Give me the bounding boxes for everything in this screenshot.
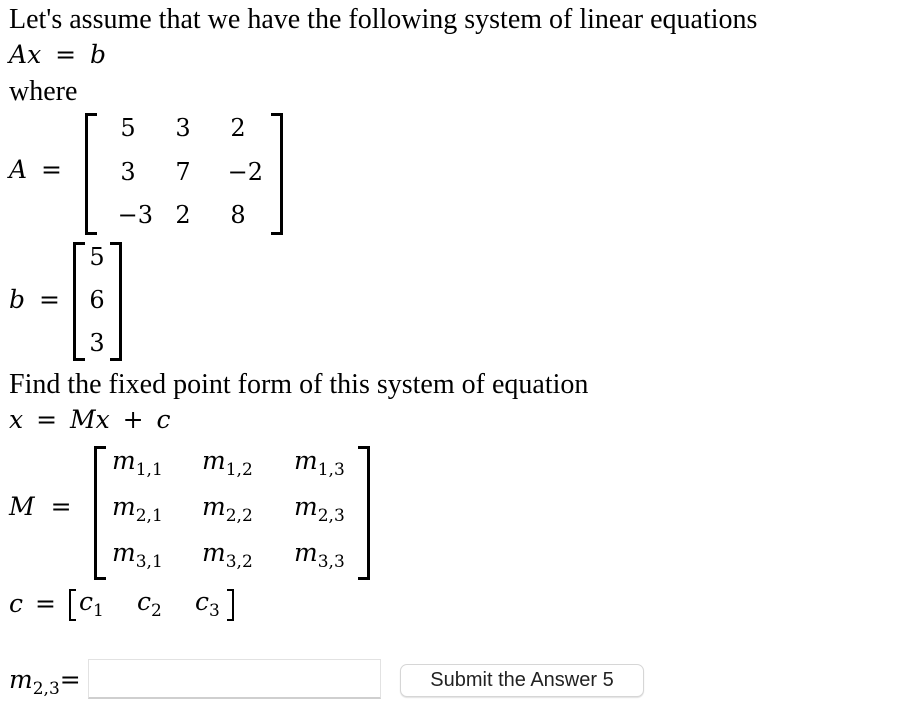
matrix-m-symbol: M xyxy=(9,492,35,521)
matrix-m-entry-subscript: 3,3 xyxy=(317,552,345,572)
answer-label: m2,3= xyxy=(9,665,81,699)
matrix-symbol-a: A xyxy=(9,40,28,69)
matrix-m-cell: m3,1 xyxy=(112,538,163,572)
matrix-m-entry-subscript: 3,2 xyxy=(225,552,253,572)
equals-sign: = xyxy=(50,492,72,521)
answer-symbol: m xyxy=(9,665,33,694)
matrix-m-entry-symbol: m xyxy=(202,538,226,567)
answer-input[interactable] xyxy=(88,659,381,699)
equals-sign: = xyxy=(36,405,58,434)
answer-subscript: 2,3 xyxy=(32,679,60,699)
matrix-m-entry-subscript: 2,1 xyxy=(135,506,163,526)
var-x: x xyxy=(95,405,110,434)
intro-text: Let's assume that we have the following … xyxy=(9,4,758,35)
right-bracket xyxy=(271,113,283,235)
left-bracket xyxy=(94,446,106,580)
vector-symbol-c: c xyxy=(156,405,171,434)
vector-c-cell: c1 xyxy=(79,587,104,621)
matrix-m-entry-symbol: m xyxy=(294,492,318,521)
matrix-a-cell: −2 xyxy=(227,158,263,186)
matrix-m-cell: m2,1 xyxy=(112,492,163,526)
vector-c-entry-subscript: 1 xyxy=(93,601,104,621)
equals-sign: = xyxy=(34,589,56,618)
left-bracket xyxy=(69,589,76,621)
matrix-m-entry-symbol: m xyxy=(294,538,318,567)
right-bracket xyxy=(358,446,370,580)
system-equation: Ax = b xyxy=(9,40,106,69)
vector-c-entry-symbol: c xyxy=(137,587,152,616)
plus-sign: + xyxy=(122,405,144,434)
vector-b-cell: 3 xyxy=(89,329,105,357)
matrix-m-entry-subscript: 1,2 xyxy=(225,460,253,480)
matrix-m-entry-subscript: 1,3 xyxy=(317,460,345,480)
matrix-m-cell: m1,2 xyxy=(202,446,253,480)
matrix-a-cell: 8 xyxy=(230,201,246,229)
matrix-a-cell: 3 xyxy=(120,158,136,186)
matrix-m-entry-symbol: m xyxy=(202,492,226,521)
matrix-m-entry-subscript: 3,1 xyxy=(135,552,163,572)
vector-c-symbol: c xyxy=(9,589,24,618)
vector-b-cell: 6 xyxy=(89,286,105,314)
matrix-a-cell: 2 xyxy=(175,201,191,229)
matrix-m-entry-symbol: m xyxy=(112,492,136,521)
task-text: Find the fixed point form of this system… xyxy=(9,369,589,400)
matrix-m-entry-symbol: m xyxy=(112,538,136,567)
matrix-m-cell: m2,3 xyxy=(294,492,345,526)
vector-symbol-b: b xyxy=(90,40,107,69)
equals-sign: = xyxy=(41,155,62,184)
matrix-m-cell: m1,3 xyxy=(294,446,345,480)
matrix-m-cell: m1,1 xyxy=(112,446,163,480)
vector-c-entry-symbol: c xyxy=(79,587,94,616)
vector-c-cell: c2 xyxy=(137,587,162,621)
equals-sign: = xyxy=(59,665,81,694)
matrix-symbol-m: M xyxy=(69,405,96,434)
matrix-m-entry-symbol: m xyxy=(112,446,136,475)
vector-c-entry-subscript: 2 xyxy=(151,601,162,621)
matrix-m-cell: m3,3 xyxy=(294,538,345,572)
matrix-a-cell: 3 xyxy=(175,114,191,142)
submit-answer-button[interactable]: Submit the Answer 5 xyxy=(400,664,644,697)
matrix-m-entry-subscript: 2,2 xyxy=(225,506,253,526)
var-x: x xyxy=(9,405,24,434)
matrix-a-cell: 5 xyxy=(120,114,136,142)
matrix-a-symbol: A xyxy=(9,155,28,184)
vector-c-row: c = xyxy=(9,589,60,618)
matrix-m-label: M = xyxy=(9,492,72,521)
vector-b-symbol: b xyxy=(9,285,26,314)
matrix-m-entry-subscript: 2,3 xyxy=(317,506,345,526)
var-x: x xyxy=(27,40,42,69)
vector-c-entry-subscript: 3 xyxy=(209,601,220,621)
left-bracket xyxy=(85,113,97,235)
vector-c-cell: c3 xyxy=(195,587,220,621)
matrix-m-cell: m3,2 xyxy=(202,538,253,572)
right-bracket xyxy=(227,589,234,621)
matrix-m-entry-subscript: 1,1 xyxy=(135,460,163,480)
matrix-a-cell: −3 xyxy=(117,201,153,229)
fixed-point-equation: x = Mx + c xyxy=(9,405,171,434)
matrix-m-cell: m2,2 xyxy=(202,492,253,526)
matrix-m-entry-symbol: m xyxy=(294,446,318,475)
where-text: where xyxy=(9,76,78,107)
vector-b-cell: 5 xyxy=(89,243,105,271)
matrix-m-entry-symbol: m xyxy=(202,446,226,475)
matrix-a-label: A = xyxy=(9,155,62,184)
vector-b-label: b = xyxy=(9,285,60,314)
vector-c-entry-symbol: c xyxy=(195,587,210,616)
matrix-a-cell: 2 xyxy=(230,114,246,142)
equals-sign: = xyxy=(55,40,77,69)
matrix-a-cell: 7 xyxy=(175,158,191,186)
equals-sign: = xyxy=(38,285,60,314)
